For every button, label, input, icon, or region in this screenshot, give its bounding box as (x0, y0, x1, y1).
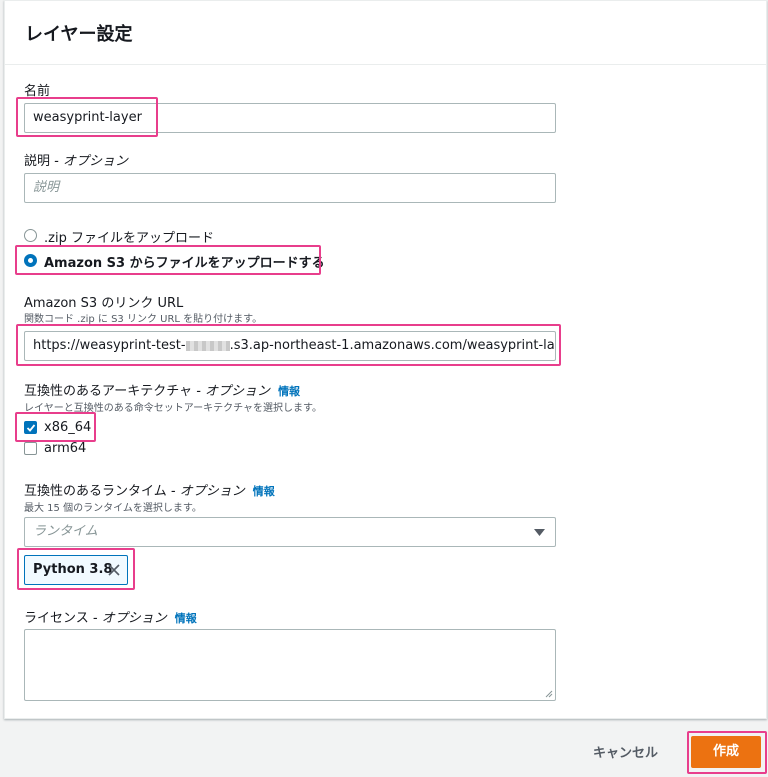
cancel-button[interactable]: キャンセル (593, 742, 658, 761)
resize-grip-icon[interactable] (545, 690, 553, 698)
panel-title: レイヤー設定 (25, 24, 133, 45)
checkbox-arm64-label: arm64 (44, 441, 87, 456)
x86-64-highlight (15, 412, 96, 442)
runtime-description: 最大 15 個のランタイムを選択します。 (24, 503, 202, 514)
panel-header: レイヤー設定 (5, 1, 766, 65)
architecture-label-text: 互換性のあるアーキテクチャ (24, 384, 193, 399)
upload-s3-highlight (15, 245, 321, 275)
runtime-info-link[interactable]: 情報 (253, 485, 275, 498)
radio-upload-zip-label: .zip ファイルをアップロード (44, 231, 214, 246)
s3-url-description: 関数コード .zip に S3 リンク URL を貼り付けます。 (24, 314, 263, 325)
create-button-highlight (687, 731, 767, 774)
s3-url-highlight (16, 324, 561, 366)
description-label: 説明 - オプション (24, 150, 128, 169)
name-highlight (16, 97, 158, 137)
architecture-option-suffix: - オプション (192, 384, 271, 399)
caret-down-icon (534, 529, 545, 536)
description-input[interactable]: 説明 (24, 173, 556, 203)
license-label: ライセンス - オプション 情報 (24, 607, 197, 626)
license-textarea[interactable] (24, 629, 556, 701)
runtime-select[interactable]: ランタイム (24, 517, 556, 547)
radio-upload-zip[interactable] (24, 229, 37, 242)
runtime-label: 互換性のあるランタイム - オプション 情報 (24, 480, 275, 499)
description-placeholder: 説明 (33, 180, 60, 195)
license-info-link[interactable]: 情報 (175, 612, 197, 625)
license-label-text: ライセンス (24, 611, 89, 626)
license-option-suffix: - オプション (88, 611, 167, 626)
runtime-label-text: 互換性のあるランタイム (24, 484, 167, 499)
architecture-label: 互換性のあるアーキテクチャ - オプション 情報 (24, 380, 300, 399)
architecture-info-link[interactable]: 情報 (278, 385, 300, 398)
runtime-placeholder: ランタイム (33, 524, 98, 539)
s3-url-label: Amazon S3 のリンク URL (24, 296, 184, 311)
description-label-text: 説明 (24, 154, 51, 169)
runtime-option-suffix: - オプション (166, 484, 245, 499)
checkbox-arm64[interactable] (24, 442, 37, 455)
description-option-suffix: - オプション (50, 154, 128, 169)
runtime-token-highlight (17, 548, 135, 590)
